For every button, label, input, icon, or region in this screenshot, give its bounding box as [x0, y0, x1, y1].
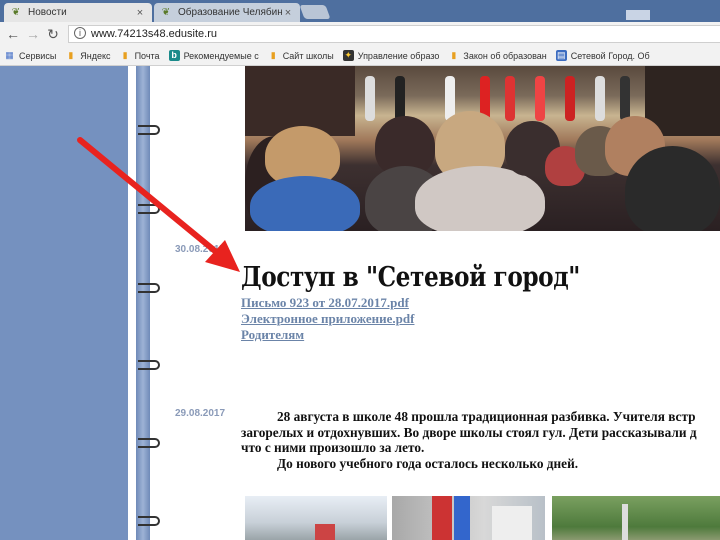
news-paragraph: 28 августа в школе 48 прошла традиционна… [241, 409, 720, 471]
bookmark-recommended[interactable]: b Рекомендуемые с [168, 50, 259, 61]
close-icon[interactable]: × [134, 7, 146, 19]
tab-education[interactable]: ❦ Образование Челябин × [154, 3, 300, 22]
binding-ring [138, 204, 160, 214]
bookmark-mail[interactable]: ▮ Почта [120, 50, 160, 61]
paragraph-line: загорелых и отдохнувших. Во дворе школы … [241, 424, 697, 440]
bookmark-icon: ▮ [122, 50, 128, 60]
news-title[interactable]: Доступ в "Сетевой город" [241, 262, 580, 293]
binding-ring [138, 516, 160, 526]
reload-icon[interactable]: ↻ [44, 25, 62, 43]
back-icon[interactable]: ← [4, 25, 22, 43]
link-for-parents[interactable]: Родителям [241, 327, 304, 343]
paragraph-line: 28 августа в школе 48 прошла традиционна… [277, 409, 696, 424]
binding-ring [138, 283, 160, 293]
forward-icon[interactable]: → [24, 25, 42, 43]
binding-ring [138, 360, 160, 370]
binding-ring [138, 438, 160, 448]
info-icon[interactable]: i [74, 27, 86, 39]
binding-ring [138, 125, 160, 135]
page-icon: ▤ [555, 50, 567, 61]
bing-icon: b [168, 50, 180, 61]
leaf-icon: ❦ [11, 6, 21, 18]
assembly-photo [245, 66, 720, 231]
bookmarks-bar: ▦ Сервисы ▮ Яндекс ▮ Почта b Рекомендуем… [0, 46, 720, 66]
news-date: 30.08.2017 [175, 244, 226, 255]
bookmark-network-city[interactable]: ▤ Сетевой Город. Об [555, 50, 650, 61]
tab-label: Образование Челябин [178, 7, 282, 18]
bookmark-services[interactable]: ▦ Сервисы [4, 50, 56, 61]
leaf-icon: ❦ [161, 6, 171, 18]
bookmark-yandex[interactable]: ▮ Яндекс [65, 50, 110, 61]
new-tab-button[interactable] [299, 5, 331, 19]
bookmark-icon: ▮ [451, 50, 457, 60]
trees-photo [552, 496, 720, 540]
bookmark-education-admin[interactable]: ✦ Управление образо [342, 50, 439, 61]
bookmark-icon: ▮ [68, 50, 74, 60]
paragraph-line: До нового учебного года осталось несколь… [277, 455, 579, 471]
window-controls[interactable] [626, 10, 650, 20]
link-letter-pdf[interactable]: Письмо 923 от 28.07.2017.pdf [241, 295, 409, 311]
school-yard-photo [245, 496, 387, 540]
link-electronic-attachment[interactable]: Электронное приложение.pdf [241, 311, 414, 327]
bookmark-school-site[interactable]: ▮ Сайт школы [268, 50, 334, 61]
paragraph-line: что с ними произошло за лето. [241, 440, 425, 455]
tab-label: Новости [28, 7, 67, 18]
tab-news[interactable]: ❦ Новости × [4, 3, 152, 22]
news-date: 29.08.2017 [175, 408, 226, 419]
tab-bar: ❦ Новости × ❦ Образование Челябин × [0, 0, 720, 22]
bookmark-icon: ▮ [270, 50, 276, 60]
notebook-binding [136, 66, 150, 540]
browser-toolbar: ← → ↻ i www.74213s48.edusite.ru [0, 22, 720, 46]
address-bar[interactable]: i www.74213s48.edusite.ru [68, 25, 720, 43]
bookmark-education-law[interactable]: ▮ Закон об образован [448, 50, 546, 61]
left-sidebar [0, 66, 128, 540]
school-building-photo [392, 496, 545, 540]
close-icon[interactable]: × [282, 7, 294, 19]
emblem-icon: ✦ [342, 50, 354, 61]
sidebar-divider [128, 66, 136, 540]
apps-icon: ▦ [5, 50, 14, 60]
address-text: www.74213s48.edusite.ru [91, 28, 217, 40]
